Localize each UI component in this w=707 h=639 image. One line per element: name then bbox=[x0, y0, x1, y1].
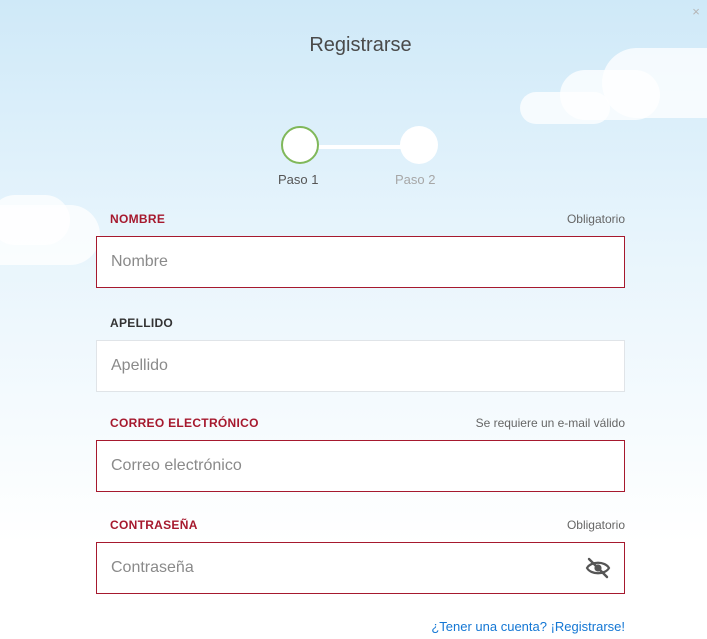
signup-dialog: × Registrarse Paso 1 Paso 2 NOMBRE Oblig… bbox=[0, 0, 707, 639]
step-1-indicator bbox=[281, 126, 319, 164]
dialog-title: Registrarse bbox=[309, 34, 412, 56]
nombre-input-box bbox=[96, 236, 625, 288]
step-2-indicator bbox=[400, 126, 438, 164]
nombre-input[interactable] bbox=[97, 237, 624, 287]
apellido-label: APELLIDO bbox=[110, 316, 174, 330]
correo-input-box bbox=[96, 440, 625, 492]
contrasena-input-box bbox=[96, 542, 625, 594]
correo-input[interactable] bbox=[97, 441, 624, 491]
login-link[interactable]: ¿Tener una cuenta? ¡Registrarse! bbox=[431, 619, 625, 634]
stepper: Paso 1 Paso 2 bbox=[278, 126, 458, 196]
contrasena-hint: Obligatorio bbox=[566, 518, 625, 532]
close-icon[interactable]: × bbox=[689, 2, 703, 22]
correo-hint: Se requiere un e-mail válido bbox=[475, 416, 625, 430]
cloud-decoration bbox=[0, 195, 70, 245]
correo-label: CORREO ELECTRÓNICO bbox=[110, 416, 259, 430]
nombre-hint: Obligatorio bbox=[566, 212, 625, 226]
nombre-label: NOMBRE bbox=[110, 212, 166, 226]
step-1-label: Paso 1 bbox=[278, 172, 319, 187]
eye-slash-icon[interactable] bbox=[584, 556, 612, 580]
cloud-decoration bbox=[520, 92, 610, 124]
step-2-label: Paso 2 bbox=[395, 172, 436, 187]
apellido-input[interactable] bbox=[97, 341, 624, 391]
contrasena-input[interactable] bbox=[97, 543, 624, 593]
apellido-input-box bbox=[96, 340, 625, 392]
contrasena-label: CONTRASEÑA bbox=[110, 518, 198, 532]
